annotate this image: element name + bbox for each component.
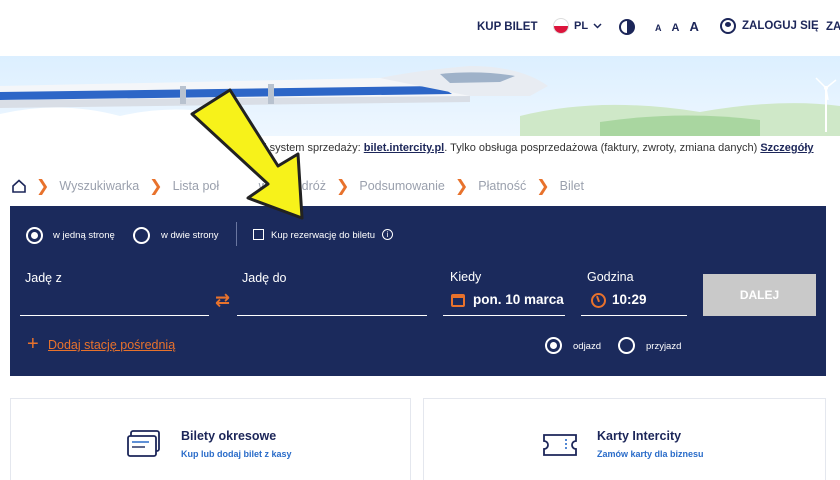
login-button[interactable]: ZALOGUJ SIĘ — [720, 18, 819, 34]
reservation-checkbox[interactable] — [253, 229, 264, 240]
chevron-right-icon: ❯ — [149, 178, 163, 195]
arrival-radio[interactable] — [618, 337, 635, 354]
font-size-controls: A A A — [655, 19, 699, 34]
from-label: Jadę z — [25, 271, 62, 285]
chevron-down-icon — [593, 23, 602, 29]
breadcrumb: ❯ Wyszukiwarka ❯ Lista poł woja podróż ❯… — [12, 176, 584, 196]
font-size-small-button[interactable]: A — [655, 23, 662, 33]
card-subtitle[interactable]: Zamów karty dla biznesu — [597, 449, 704, 459]
site-link[interactable]: bilet.intercity.pl — [364, 142, 444, 154]
one-way-label: w jedną stronę — [53, 230, 115, 241]
date-value[interactable]: pon. 10 marca — [473, 292, 564, 307]
breadcrumb-item[interactable]: Podsumowanie — [359, 179, 444, 193]
card-title: Bilety okresowe — [181, 429, 277, 443]
font-size-medium-button[interactable]: A — [672, 22, 680, 34]
poland-flag-icon — [553, 18, 569, 34]
notice-prefix: ai system sprzedaży: — [258, 142, 364, 154]
language-code: PL — [574, 20, 589, 32]
reservation-checkbox-label: Kup rezerwację do biletu — [271, 230, 376, 241]
sales-system-notice: ai system sprzedaży: bilet.intercity.pl.… — [258, 142, 814, 154]
contrast-toggle-icon[interactable] — [619, 19, 635, 35]
calendar-icon — [451, 294, 465, 307]
swap-stations-icon[interactable]: ⇄ — [215, 290, 230, 311]
breadcrumb-item[interactable]: Wyszukiwarka — [59, 179, 139, 193]
hero-banner — [0, 56, 840, 136]
breadcrumb-item[interactable]: Lista poł — [173, 179, 259, 193]
two-way-label: w dwie strony — [161, 230, 219, 241]
font-size-large-button[interactable]: A — [689, 19, 698, 34]
connection-search-panel: w jedną stronę w dwie strony Kup rezerwa… — [10, 206, 826, 376]
next-button[interactable]: DALEJ — [703, 274, 816, 316]
departure-radio[interactable] — [545, 337, 562, 354]
card-icon — [543, 434, 577, 456]
login-label: ZALOGUJ SIĘ — [742, 20, 819, 32]
register-link[interactable]: ZA — [826, 21, 840, 33]
home-icon[interactable] — [12, 179, 26, 193]
divider — [236, 222, 237, 246]
breadcrumb-item[interactable]: woja podróż — [259, 179, 326, 193]
date-label: Kiedy — [450, 270, 482, 284]
chevron-right-icon: ❯ — [454, 178, 469, 195]
user-icon — [720, 18, 736, 34]
season-tickets-card[interactable]: Bilety okresowe Kup lub dodaj bilet z ka… — [10, 398, 411, 480]
from-input[interactable] — [20, 315, 209, 316]
plus-icon[interactable]: + — [27, 334, 39, 354]
intercity-cards-card[interactable]: Karty Intercity Zamów karty dla biznesu — [423, 398, 826, 480]
train-illustration — [0, 66, 840, 136]
to-input[interactable] — [237, 315, 427, 316]
top-bar: KUP BILET PL A A A ZALOGUJ SIĘ ZA — [0, 0, 840, 56]
buy-ticket-link[interactable]: KUP BILET — [477, 21, 538, 33]
chevron-right-icon: ❯ — [536, 178, 550, 195]
two-way-radio[interactable] — [133, 227, 150, 244]
one-way-radio[interactable] — [26, 227, 43, 244]
time-label: Godzina — [587, 270, 634, 284]
clock-icon — [591, 293, 606, 308]
chevron-right-icon: ❯ — [36, 178, 50, 195]
language-selector[interactable]: PL — [553, 18, 602, 34]
breadcrumb-item[interactable]: Płatność — [478, 179, 526, 193]
time-input-underline — [581, 315, 687, 316]
chevron-right-icon: ❯ — [335, 178, 350, 195]
breadcrumb-item[interactable]: Bilet — [560, 179, 584, 193]
add-intermediate-station-link[interactable]: Dodaj stację pośrednią — [48, 338, 175, 352]
info-icon[interactable]: i — [382, 229, 393, 240]
card-title: Karty Intercity — [597, 429, 682, 443]
time-value[interactable]: 10:29 — [612, 292, 647, 307]
arrival-label: przyjazd — [646, 341, 682, 352]
ticket-icon — [127, 430, 160, 457]
to-label: Jadę do — [242, 271, 287, 285]
details-link[interactable]: Szczegóły — [760, 142, 813, 154]
date-input-underline — [443, 315, 565, 316]
notice-middle: . Tylko obsługa posprzedażowa (faktury, … — [444, 142, 761, 154]
card-subtitle[interactable]: Kup lub dodaj bilet z kasy — [181, 449, 292, 459]
departure-label: odjazd — [573, 341, 601, 352]
